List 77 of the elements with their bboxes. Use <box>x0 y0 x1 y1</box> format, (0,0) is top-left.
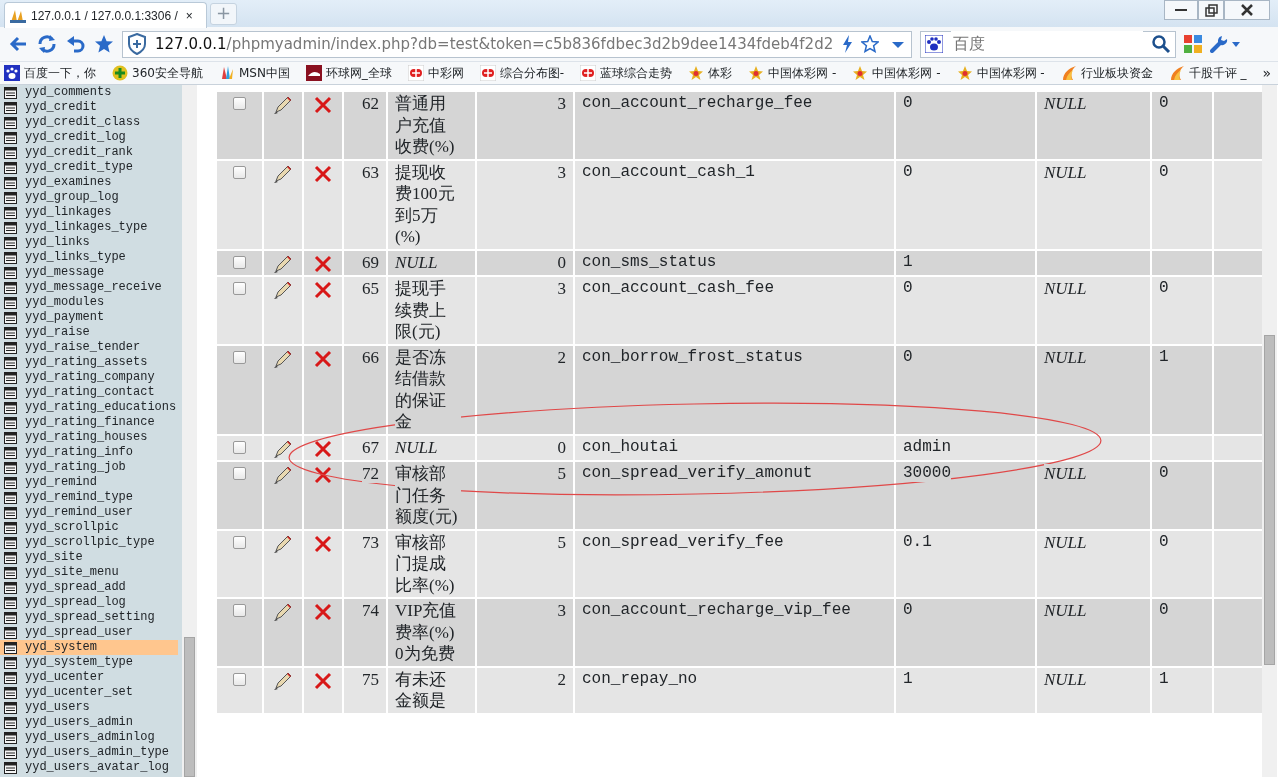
table-link[interactable]: yyd_rating_info <box>0 445 178 460</box>
table-link[interactable]: yyd_modules <box>0 295 178 310</box>
key-cell: con_borrow_frost_status <box>582 347 803 366</box>
key-cell: con_account_cash_fee <box>582 279 775 297</box>
table-link[interactable]: yyd_payment <box>0 310 178 325</box>
table-link[interactable]: yyd_site_menu <box>0 565 178 580</box>
table-link[interactable]: yyd_spread_add <box>0 580 178 595</box>
name-cell: 审核部门任务额度(元) <box>395 463 461 528</box>
table-link[interactable]: yyd_raise <box>0 325 178 340</box>
close-button[interactable]: × <box>185 6 193 25</box>
bookmark[interactable]: 蓝球综合走势 <box>580 64 673 82</box>
bookmark[interactable]: 中国体彩网 - <box>748 64 837 82</box>
key-cell: con_account_recharge_vip_fee <box>582 601 851 619</box>
table-link[interactable]: yyd_users_avatar_log <box>0 760 178 775</box>
table-link[interactable]: yyd_raise_tender <box>0 340 178 355</box>
table-link[interactable]: yyd_remind_type <box>0 490 178 505</box>
table-link[interactable]: yyd_scrollpic <box>0 520 178 535</box>
bookmark[interactable]: 体彩 <box>688 64 733 82</box>
key-cell: con_houtai <box>582 437 678 456</box>
table-link[interactable]: yyd_users_adminlog <box>0 730 178 745</box>
table-link[interactable]: yyd_rating_houses <box>0 430 178 445</box>
table-link[interactable]: yyd_links_type <box>0 250 178 265</box>
table-link[interactable]: yyd_credit_type <box>0 160 178 175</box>
key-cell: con_spread_verify_amonut <box>582 464 813 482</box>
table-link[interactable]: yyd_rating_finance <box>0 415 178 430</box>
browser-tab[interactable]: 127.0.0.1 / 127.0.0.1:3306 / × <box>4 2 207 28</box>
table-link[interactable]: yyd_rating_job <box>0 460 178 475</box>
key-cell: con_account_recharge_fee <box>582 94 813 112</box>
table-link[interactable]: yyd_rating_assets <box>0 355 178 370</box>
table-link[interactable]: yyd_examines <box>0 175 178 190</box>
key-cell: con_account_cash_1 <box>582 162 755 181</box>
table-link[interactable]: yyd_rating_educations <box>0 400 178 415</box>
bookmark[interactable]: 百度一下，你 <box>4 64 96 82</box>
table-link[interactable]: yyd_spread_log <box>0 595 178 610</box>
table-link[interactable]: yyd_credit_log <box>0 130 178 145</box>
table-link[interactable]: yyd_linkages_type <box>0 220 178 235</box>
table-link[interactable]: yyd_users_admin <box>0 715 178 730</box>
table-link[interactable]: yyd_system <box>0 640 178 655</box>
bookmark[interactable]: 中彩网 <box>407 64 464 82</box>
table-link[interactable]: yyd_message <box>0 265 178 280</box>
more-bookmarks-button[interactable]: » <box>1262 62 1272 84</box>
bookmark[interactable]: 千股千评 _ <box>1168 64 1247 82</box>
key-cell: con_sms_status <box>582 252 717 271</box>
table-link[interactable]: yyd_message_receive <box>0 280 178 295</box>
table-link[interactable]: yyd_credit_class <box>0 115 178 130</box>
address-bar[interactable]: 127.0.0.1/phpmyadmin/index.php?db=test&token=c5b836fdbec3d2b9dee1434fdeb4f2d2 <box>122 30 912 58</box>
table-link[interactable]: yyd_rating_contact <box>0 385 178 400</box>
table-link[interactable]: yyd_remind <box>0 475 178 490</box>
table-link[interactable]: yyd_linkages <box>0 205 178 220</box>
table-link[interactable]: yyd_users_admin_type <box>0 745 178 760</box>
bookmark[interactable]: 环球网_全球 <box>305 64 392 82</box>
search-field[interactable]: 百度 <box>920 30 1176 58</box>
table-link[interactable]: yyd_scrollpic_type <box>0 535 178 550</box>
table-link[interactable]: yyd_credit <box>0 100 178 115</box>
table-link[interactable]: yyd_group_log <box>0 190 178 205</box>
table-link[interactable]: yyd_links <box>0 235 178 250</box>
bookmark[interactable]: 中国体彩网 - <box>956 64 1045 82</box>
bookmark[interactable]: 行业板块资金 <box>1060 64 1153 82</box>
table-link[interactable]: yyd_remind_user <box>0 505 178 520</box>
table-link[interactable]: yyd_site <box>0 550 178 565</box>
bookmark[interactable]: 综合分布图- <box>479 64 565 82</box>
table-link[interactable]: yyd_spread_user <box>0 625 178 640</box>
table-link[interactable]: yyd_rating_company <box>0 370 178 385</box>
key-cell: con_spread_verify_fee <box>582 532 784 551</box>
table-link[interactable]: yyd_ucenter_set <box>0 685 178 700</box>
table-link[interactable]: yyd_system_type <box>0 655 178 670</box>
bookmark[interactable]: 360安全导航 <box>112 64 203 82</box>
table-link[interactable]: yyd_spread_setting <box>0 610 178 625</box>
bookmark[interactable]: 中国体彩网 - <box>852 64 941 82</box>
bookmark[interactable]: MSN中国 <box>218 64 290 82</box>
tab-title: 127.0.0.1 / 127.0.0.1:3306 / <box>31 7 178 25</box>
table-link[interactable]: yyd_credit_rank <box>0 145 178 160</box>
value-cell: 30000 <box>903 464 951 482</box>
table-link[interactable]: yyd_ucenter <box>0 670 178 685</box>
url-text: 127.0.0.1/phpmyadmin/index.php?db=test&token=c5b836fdbec3d2b9dee1434fdeb4f2d2 <box>155 33 834 55</box>
table-link[interactable]: yyd_comments <box>0 85 178 100</box>
table-link[interactable]: yyd_users <box>0 700 178 715</box>
